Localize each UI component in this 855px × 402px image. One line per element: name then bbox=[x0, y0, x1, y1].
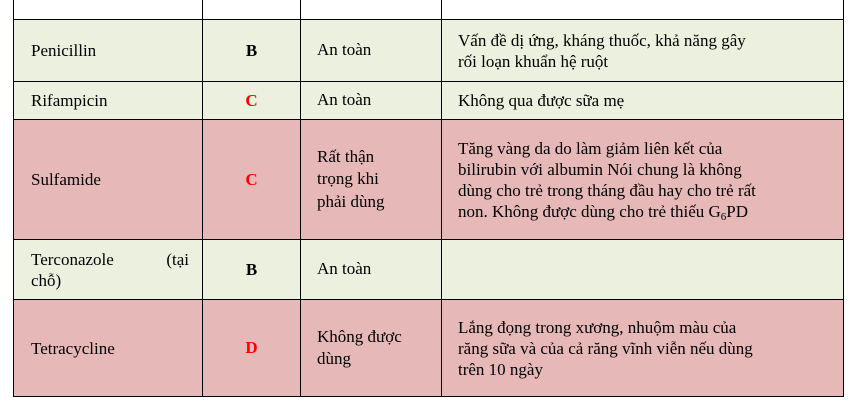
table-row: Penicillin B An toàn Vấn đề dị ứng, khán… bbox=[13, 19, 844, 82]
category-letter: D bbox=[245, 338, 258, 357]
safety-text: An toàn bbox=[317, 259, 372, 279]
drug-name: Rifampicin bbox=[31, 91, 108, 110]
category-cell: C bbox=[202, 81, 301, 120]
safety-text: An toàn bbox=[317, 90, 372, 110]
notes-cell: Vấn đề dị ứng, kháng thuốc, khả năng gây… bbox=[441, 19, 844, 82]
category-letter: C bbox=[245, 169, 258, 189]
notes-line: dùng cho trẻ trong tháng đầu hay cho trẻ… bbox=[458, 180, 756, 200]
table-row: Sulfamide C Rất thận trọng khi phải dùng… bbox=[13, 119, 844, 240]
notes-cell bbox=[441, 0, 844, 20]
safety-text: An toàn bbox=[317, 40, 372, 60]
drug-name-cell bbox=[13, 0, 203, 20]
safety-text: Rất thận bbox=[317, 146, 375, 166]
category-cell: B bbox=[202, 19, 301, 82]
category-letter: B bbox=[245, 40, 258, 60]
safety-text: dùng bbox=[317, 349, 351, 368]
drug-name-cell: Terconazole (tại chỗ) bbox=[13, 239, 203, 300]
notes-line: non. Không được dùng cho trẻ thiếu G6PD bbox=[458, 201, 827, 223]
table-row: Tetracycline D Không được dùng Lắng đọng… bbox=[13, 299, 844, 397]
drug-name-cell: Rifampicin bbox=[13, 81, 203, 120]
category-cell: C bbox=[202, 119, 301, 240]
table-row: Terconazole (tại chỗ) B An toàn bbox=[13, 239, 844, 300]
notes-line: rối loạn khuẩn hệ ruột bbox=[458, 51, 609, 71]
category-letter: B bbox=[245, 259, 258, 279]
safety-text: Không được bbox=[317, 326, 402, 346]
notes-line: Tăng vàng da do làm giảm liên kết của bbox=[458, 138, 723, 158]
drug-name: Terconazole (tại bbox=[31, 249, 189, 269]
notes-line: răng sữa và của cả răng vĩnh viễn nếu dù… bbox=[458, 338, 753, 358]
drug-safety-table: Penicillin B An toàn Vấn đề dị ứng, khán… bbox=[13, 0, 844, 397]
safety-cell: Rất thận trọng khi phải dùng bbox=[300, 119, 442, 240]
category-cell bbox=[202, 0, 301, 20]
category-letter: C bbox=[245, 90, 258, 110]
safety-cell: An toàn bbox=[300, 81, 442, 120]
drug-name-cell: Sulfamide bbox=[13, 119, 203, 240]
notes-line: trên 10 ngày bbox=[458, 359, 543, 379]
safety-text: phải dùng bbox=[317, 191, 385, 211]
notes-line-text: non. Không được dùng cho trẻ thiếu G bbox=[458, 201, 721, 221]
safety-cell: An toàn bbox=[300, 19, 442, 82]
drug-name: Sulfamide bbox=[31, 170, 101, 189]
category-cell: B bbox=[202, 239, 301, 300]
safety-cell: An toàn bbox=[300, 239, 442, 300]
drug-name: Tetracycline bbox=[31, 338, 115, 358]
category-cell: D bbox=[202, 299, 301, 397]
notes-line: Không qua được sữa mẹ bbox=[458, 91, 625, 110]
notes-cell: Không qua được sữa mẹ bbox=[441, 81, 844, 120]
drug-name-cell: Tetracycline bbox=[13, 299, 203, 397]
notes-line: Lắng đọng trong xương, nhuộm màu của bbox=[458, 317, 737, 337]
drug-name: Penicillin bbox=[31, 41, 97, 60]
notes-cell: Tăng vàng da do làm giảm liên kết của bi… bbox=[441, 119, 844, 240]
safety-cell bbox=[300, 0, 442, 20]
notes-cell bbox=[441, 239, 844, 300]
safety-text: trọng khi bbox=[317, 169, 379, 189]
notes-line: bilirubin với albumin Nói chung là không bbox=[458, 159, 742, 179]
drug-name-cell: Penicillin bbox=[13, 19, 203, 82]
table-row: Rifampicin C An toàn Không qua được sữa … bbox=[13, 81, 844, 120]
drug-name: chỗ) bbox=[31, 270, 62, 290]
table-row-partial bbox=[13, 0, 844, 20]
notes-line: Vấn đề dị ứng, kháng thuốc, khả năng gây bbox=[458, 30, 746, 50]
notes-line-tail: PD bbox=[726, 201, 749, 221]
notes-cell: Lắng đọng trong xương, nhuộm màu của răn… bbox=[441, 299, 844, 397]
document-page: Penicillin B An toàn Vấn đề dị ứng, khán… bbox=[0, 0, 855, 402]
safety-cell: Không được dùng bbox=[300, 299, 442, 397]
